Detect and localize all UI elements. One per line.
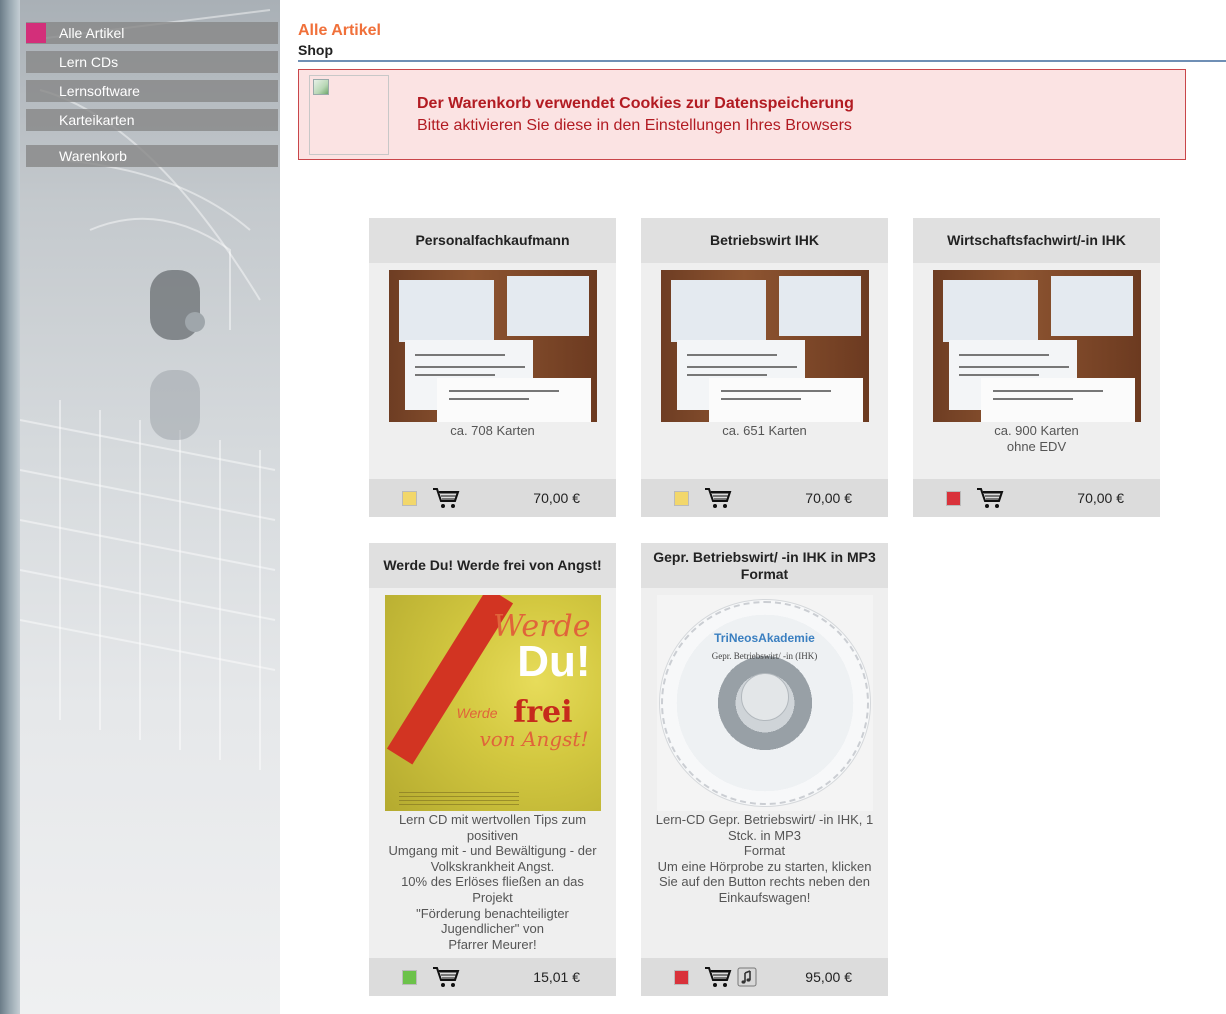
marker-icon: [26, 110, 46, 130]
product-card: Wirtschaftsfachwirt/-in IHK ca. 900 Kart…: [913, 218, 1160, 517]
audio-preview-icon[interactable]: [737, 967, 757, 987]
marker-icon: [26, 52, 46, 72]
cover-text: von Angst!: [479, 727, 589, 751]
product-card: Personalfachkaufmann ca. 708 Karten 70,0…: [369, 218, 616, 517]
page-title: Alle Artikel: [298, 22, 381, 39]
availability-status-icon: [946, 491, 961, 506]
card-stack: [670, 280, 766, 342]
nav-item-warenkorb[interactable]: Warenkorb: [26, 145, 278, 167]
product-price: 15,01 €: [533, 969, 580, 985]
product-description: ca. 651 Karten: [722, 423, 807, 438]
add-to-cart-icon[interactable]: [432, 966, 460, 988]
card-stack: [778, 276, 861, 336]
product-title[interactable]: Personalfachkaufmann: [369, 218, 616, 263]
page-subtitle: Shop: [298, 42, 333, 58]
availability-status-icon: [674, 491, 689, 506]
add-to-cart-icon[interactable]: [704, 487, 732, 509]
product-image[interactable]: [388, 270, 597, 422]
nav-item-label: Lernsoftware: [59, 83, 140, 99]
availability-status-icon: [402, 491, 417, 506]
availability-status-icon: [674, 970, 689, 985]
card-stack: [1050, 276, 1133, 336]
card-stack: [942, 280, 1038, 342]
product-footer: 95,00 €: [641, 958, 888, 996]
product-description: ca. 900 Karten ohne EDV: [994, 423, 1079, 454]
product-card: Werde Du! Werde frei von Angst! Werde Du…: [369, 543, 616, 996]
product-card: Betriebswirt IHK ca. 651 Karten 70,00 €: [641, 218, 888, 517]
cover-text: frei: [513, 695, 573, 730]
product-footer: 70,00 €: [641, 479, 888, 517]
add-to-cart-icon[interactable]: [432, 487, 460, 509]
product-footer: 70,00 €: [369, 479, 616, 517]
cookie-notice-text: Bitte aktivieren Sie diese in den Einste…: [417, 117, 852, 134]
nav-item-lern-cds[interactable]: Lern CDs: [26, 51, 278, 73]
nav-item-label: Lern CDs: [59, 54, 119, 70]
nav-item-label: Alle Artikel: [59, 25, 125, 41]
cover-text: Du!: [517, 637, 591, 686]
product-image[interactable]: TriNeosAkademie Gepr. Betriebswirt/ -in …: [656, 595, 873, 811]
product-title[interactable]: Betriebswirt IHK: [641, 218, 888, 263]
index-card: [708, 378, 863, 422]
cover-text: Werde: [456, 705, 498, 721]
product-card: Gepr. Betriebswirt/ -in IHK in MP3 Forma…: [641, 543, 888, 996]
product-description: Lern CD mit wertvollen Tips zum positive…: [388, 812, 597, 952]
cd-subtitle: Gepr. Betriebswirt/ -in (IHK): [711, 651, 818, 661]
sidebar: Alle Artikel Lern CDs Lernsoftware Karte…: [0, 0, 280, 1014]
add-to-cart-icon[interactable]: [704, 966, 732, 988]
add-to-cart-icon[interactable]: [976, 487, 1004, 509]
marker-icon: [26, 146, 46, 166]
main-navigation: Alle Artikel Lern CDs Lernsoftware Karte…: [26, 22, 278, 174]
product-image[interactable]: Werde Du! Werde frei von Angst!: [384, 595, 601, 811]
cd-hole: [740, 673, 789, 721]
cookie-notice-title: Der Warenkorb verwendet Cookies zur Date…: [417, 95, 854, 112]
nav-item-alle-artikel[interactable]: Alle Artikel: [26, 22, 278, 44]
product-price: 95,00 €: [805, 969, 852, 985]
broken-image-icon: [313, 79, 329, 95]
marker-icon: [26, 81, 46, 101]
broken-image-placeholder: [309, 75, 389, 155]
nav-item-label: Karteikarten: [59, 112, 135, 128]
index-card: [980, 378, 1135, 422]
active-marker-icon: [26, 23, 46, 43]
nav-item-lernsoftware[interactable]: Lernsoftware: [26, 80, 278, 102]
product-title[interactable]: Gepr. Betriebswirt/ -in IHK in MP3 Forma…: [641, 543, 888, 588]
cookie-notice: Der Warenkorb verwendet Cookies zur Date…: [298, 69, 1186, 160]
product-price: 70,00 €: [1077, 490, 1124, 506]
nav-item-karteikarten[interactable]: Karteikarten: [26, 109, 278, 131]
product-image[interactable]: [660, 270, 869, 422]
availability-status-icon: [402, 970, 417, 985]
product-price: 70,00 €: [805, 490, 852, 506]
product-description: Lern-CD Gepr. Betriebswirt/ -in IHK, 1 S…: [655, 812, 874, 905]
product-price: 70,00 €: [533, 490, 580, 506]
product-footer: 70,00 €: [913, 479, 1160, 517]
index-card: [436, 378, 591, 422]
nav-item-label: Warenkorb: [59, 148, 127, 164]
cover-fine-print: [398, 789, 519, 805]
product-description: ca. 708 Karten: [450, 423, 535, 438]
card-stack: [506, 276, 589, 336]
header-divider: [298, 60, 1226, 62]
sidebar-rail: [0, 0, 20, 1014]
product-footer: 15,01 €: [369, 958, 616, 996]
product-title[interactable]: Wirtschaftsfachwirt/-in IHK: [913, 218, 1160, 263]
product-title[interactable]: Werde Du! Werde frei von Angst!: [369, 543, 616, 588]
card-stack: [398, 280, 494, 342]
product-image[interactable]: [932, 270, 1141, 422]
cd-brand: TriNeosAkademie: [714, 631, 815, 645]
